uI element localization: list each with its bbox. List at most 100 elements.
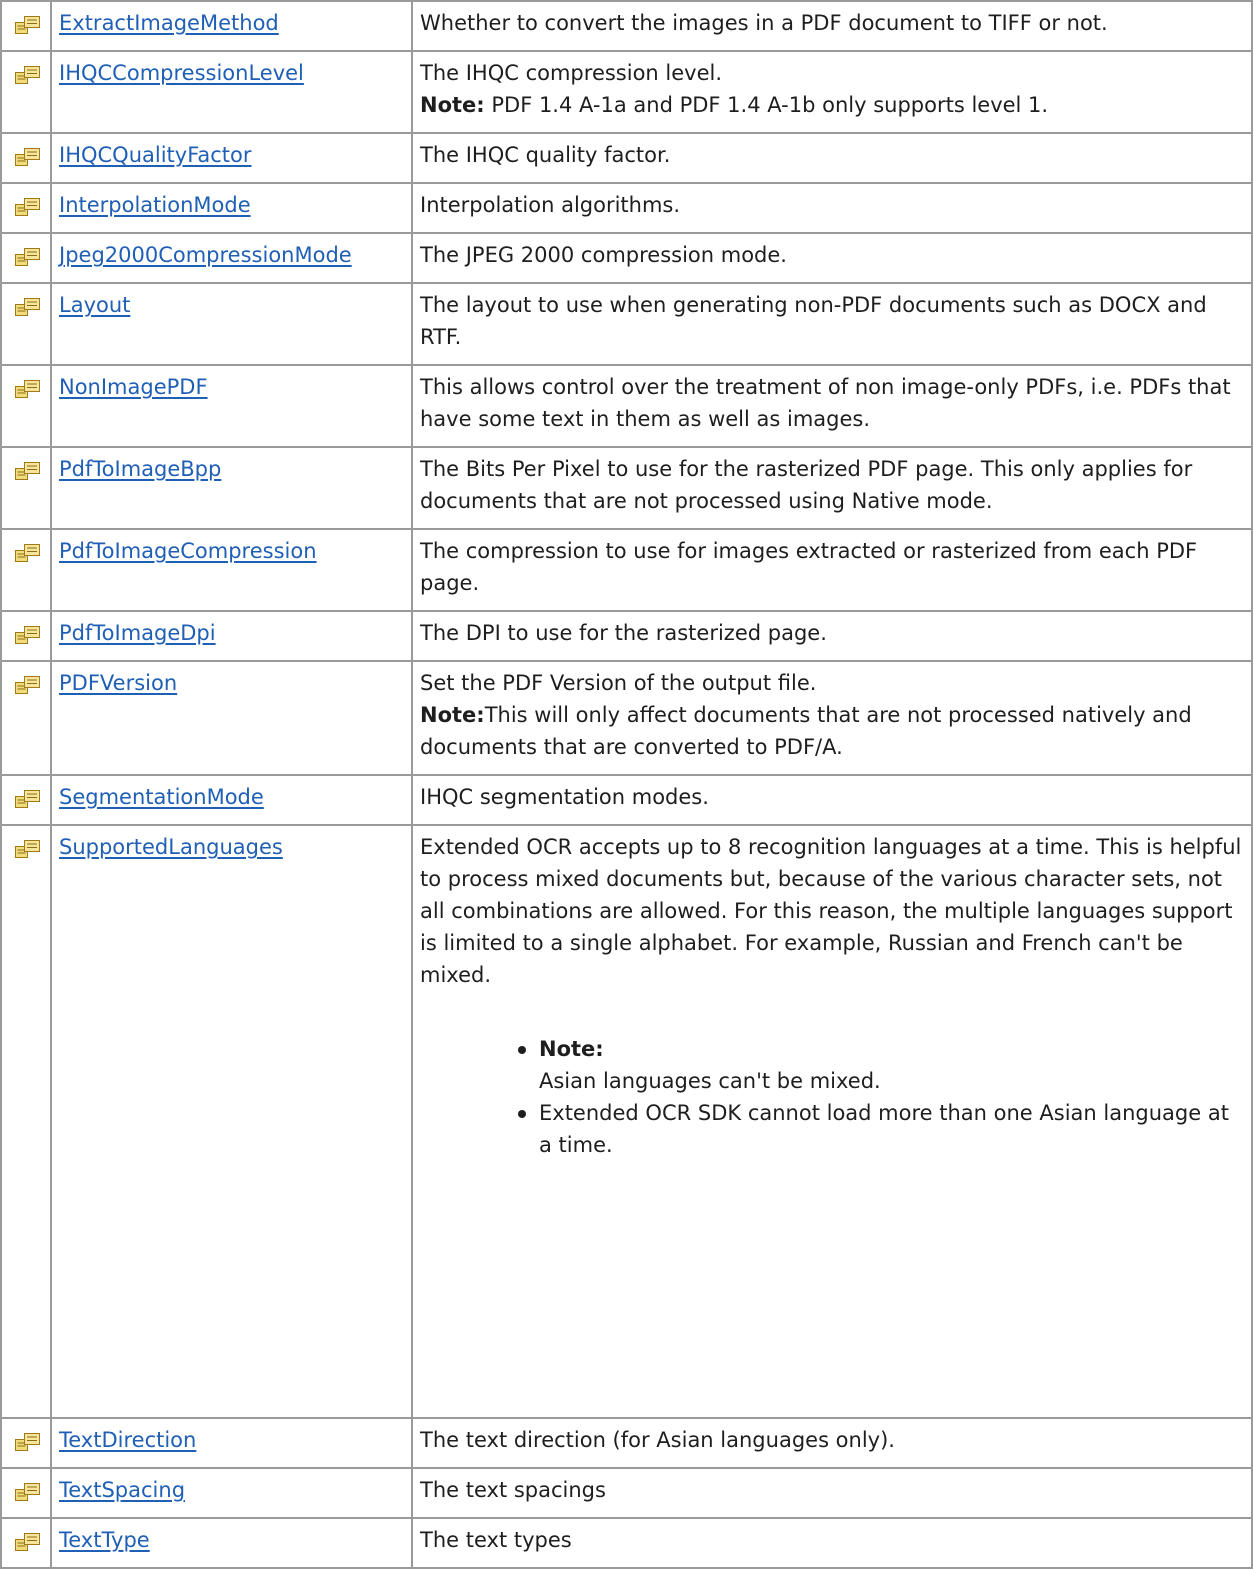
table-row: ExtractImageMethod Whether to convert the… (0, 0, 1253, 52)
description-cell: Extended OCR accepts up to 8 recognition… (411, 824, 1253, 1419)
public-property-icon (15, 298, 40, 316)
icon-cell (0, 364, 52, 448)
bullet-text: Asian languages can't be mixed. (539, 1069, 881, 1093)
table-row: PdfToImageDpi The DPI to use for the rast… (0, 610, 1253, 662)
name-cell: TextSpacing (50, 1467, 413, 1519)
description-text: Set the PDF Version of the output file. (420, 671, 817, 695)
public-property-icon (15, 626, 40, 644)
property-link[interactable]: IHQCQualityFactor (59, 143, 252, 167)
description-text: The text direction (for Asian languages … (420, 1428, 895, 1452)
public-property-icon (15, 544, 40, 562)
property-link[interactable]: Jpeg2000CompressionMode (59, 243, 352, 267)
property-link[interactable]: TextDirection (59, 1428, 196, 1452)
table-row: Layout The layout to use when generating … (0, 282, 1253, 366)
name-cell: ExtractImageMethod (50, 0, 413, 52)
icon-cell (0, 1467, 52, 1519)
note-line: Note: PDF 1.4 A-1a and PDF 1.4 A-1b only… (420, 89, 1247, 121)
description-cell: Set the PDF Version of the output file. N… (411, 660, 1253, 776)
table-row: InterpolationMode Interpolation algorithm… (0, 182, 1253, 234)
description-text: The text types (420, 1528, 572, 1552)
icon-cell (0, 232, 52, 284)
public-property-icon (15, 1533, 40, 1551)
bullet-item: Extended OCR SDK cannot load more than o… (518, 1097, 1247, 1161)
bullet-text: Extended OCR SDK cannot load more than o… (539, 1101, 1229, 1157)
table-row: PdfToImageCompression The compression to … (0, 528, 1253, 612)
icon-cell (0, 446, 52, 530)
description-text: The IHQC compression level. (420, 61, 723, 85)
description-cell: This allows control over the treatment o… (411, 364, 1253, 448)
bullet-item: Note: Asian languages can't be mixed. (518, 1033, 1247, 1097)
public-property-icon (15, 1433, 40, 1451)
icon-cell (0, 132, 52, 184)
public-property-icon (15, 676, 40, 694)
name-cell: PdfToImageBpp (50, 446, 413, 530)
description-text: The Bits Per Pixel to use for the raster… (420, 457, 1193, 513)
public-property-icon (15, 16, 40, 34)
property-link[interactable]: TextType (59, 1528, 150, 1552)
name-cell: PdfToImageCompression (50, 528, 413, 612)
property-link[interactable]: PdfToImageDpi (59, 621, 216, 645)
bullet-list: Note: Asian languages can't be mixed. Exte… (420, 1033, 1247, 1161)
description-text: The IHQC quality factor. (420, 143, 671, 167)
public-property-icon (15, 380, 40, 398)
icon-cell (0, 824, 52, 1419)
name-cell: Jpeg2000CompressionMode (50, 232, 413, 284)
property-link[interactable]: PdfToImageBpp (59, 457, 221, 481)
description-text: The text spacings (420, 1478, 606, 1502)
description-text: IHQC segmentation modes. (420, 785, 709, 809)
property-link[interactable]: Layout (59, 293, 130, 317)
table-row: SupportedLanguages Extended OCR accepts u… (0, 824, 1253, 1419)
name-cell: SupportedLanguages (50, 824, 413, 1419)
icon-cell (0, 528, 52, 612)
icon-cell (0, 182, 52, 234)
description-text: The JPEG 2000 compression mode. (420, 243, 787, 267)
property-link[interactable]: SupportedLanguages (59, 835, 283, 859)
description-cell: Whether to convert the images in a PDF d… (411, 0, 1253, 52)
note-text: This will only affect documents that are… (420, 703, 1192, 759)
note-line: Note:This will only affect documents tha… (420, 699, 1247, 763)
property-link[interactable]: SegmentationMode (59, 785, 264, 809)
icon-cell (0, 0, 52, 52)
public-property-icon (15, 462, 40, 480)
properties-table-body: ExtractImageMethod Whether to convert the… (0, 0, 1253, 1569)
icon-cell (0, 660, 52, 776)
name-cell: NonImagePDF (50, 364, 413, 448)
properties-table: ExtractImageMethod Whether to convert the… (0, 0, 1253, 1569)
table-row: SegmentationMode IHQC segmentation modes. (0, 774, 1253, 826)
property-link[interactable]: IHQCCompressionLevel (59, 61, 304, 85)
public-property-icon (15, 198, 40, 216)
public-property-icon (15, 1483, 40, 1501)
name-cell: InterpolationMode (50, 182, 413, 234)
table-row: NonImagePDF This allows control over the … (0, 364, 1253, 448)
table-row: IHQCQualityFactor The IHQC quality factor… (0, 132, 1253, 184)
name-cell: IHQCCompressionLevel (50, 50, 413, 134)
table-row: TextDirection The text direction (for Asi… (0, 1417, 1253, 1469)
public-property-icon (15, 248, 40, 266)
icon-cell (0, 50, 52, 134)
property-link[interactable]: TextSpacing (59, 1478, 185, 1502)
public-property-icon (15, 148, 40, 166)
name-cell: PdfToImageDpi (50, 610, 413, 662)
property-link[interactable]: PdfToImageCompression (59, 539, 317, 563)
table-row: TextType The text types (0, 1517, 1253, 1569)
description-cell: The JPEG 2000 compression mode. (411, 232, 1253, 284)
description-cell: The IHQC compression level. Note: PDF 1.4… (411, 50, 1253, 134)
description-cell: The IHQC quality factor. (411, 132, 1253, 184)
table-row: PDFVersion Set the PDF Version of the out… (0, 660, 1253, 776)
table-row: IHQCCompressionLevel The IHQC compression… (0, 50, 1253, 134)
property-link[interactable]: ExtractImageMethod (59, 11, 279, 35)
public-property-icon (15, 66, 40, 84)
description-cell: The text types (411, 1517, 1253, 1569)
note-text: PDF 1.4 A-1a and PDF 1.4 A-1b only suppo… (484, 93, 1049, 117)
property-link[interactable]: PDFVersion (59, 671, 177, 695)
description-cell: The Bits Per Pixel to use for the raster… (411, 446, 1253, 530)
description-cell: The layout to use when generating non-PD… (411, 282, 1253, 366)
description-text: Interpolation algorithms. (420, 193, 681, 217)
name-cell: TextType (50, 1517, 413, 1569)
property-link[interactable]: InterpolationMode (59, 193, 251, 217)
bullet-label: Note: (539, 1037, 604, 1061)
description-text: The layout to use when generating non-PD… (420, 293, 1207, 349)
description-cell: The text spacings (411, 1467, 1253, 1519)
property-link[interactable]: NonImagePDF (59, 375, 208, 399)
icon-cell (0, 774, 52, 826)
